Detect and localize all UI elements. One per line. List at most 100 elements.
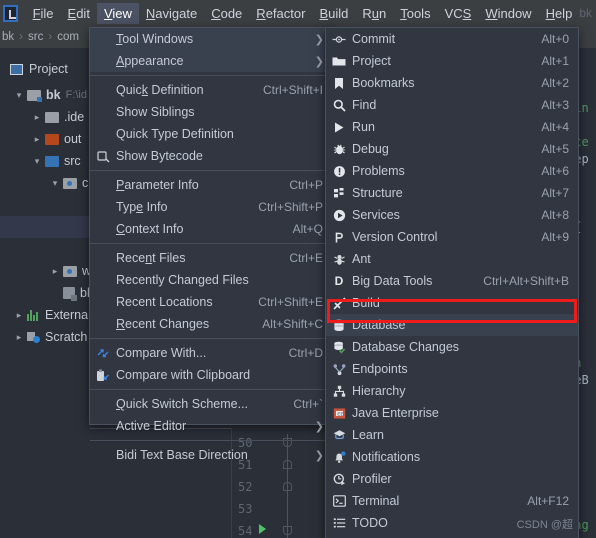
- menu-item-recently-changed-files[interactable]: Recently Changed Files: [90, 269, 332, 291]
- menu-item-parameter-info[interactable]: Parameter Info Ctrl+P: [90, 174, 332, 196]
- menu-item-bidi-text-base-direction[interactable]: Bidi Text Base Direction ❯: [90, 444, 332, 466]
- chevron-right-icon[interactable]: ▸: [14, 310, 24, 320]
- folder-icon: [330, 55, 348, 67]
- tool-windows-submenu-popup[interactable]: Commit Alt+0 Project Alt+1 Bookmarks Alt…: [325, 27, 579, 538]
- menu-item-shortcut: Ctrl+Alt+Shift+B: [483, 274, 569, 288]
- fold-marker-icon[interactable]: [283, 482, 292, 491]
- menu-item-compare-with-clipboard[interactable]: Compare with Clipboard: [90, 364, 332, 386]
- menu-item-ant[interactable]: Ant: [326, 248, 578, 270]
- menu-item-database[interactable]: Database: [326, 314, 578, 336]
- fold-marker-icon[interactable]: [283, 526, 292, 535]
- line-number: 52: [238, 480, 253, 494]
- menu-item-tool-windows[interactable]: Tool Windows ❯: [90, 28, 332, 50]
- folder-source-icon: [45, 155, 59, 167]
- menu-item-version-control[interactable]: Version Control Alt+9: [326, 226, 578, 248]
- menu-item-label: Context Info: [116, 222, 184, 236]
- learn-icon: [330, 429, 348, 441]
- bookmark-icon: [330, 77, 348, 90]
- database-changes-icon: [330, 341, 348, 354]
- chevron-down-icon[interactable]: ▾: [50, 178, 60, 188]
- menu-run[interactable]: Run: [355, 3, 393, 24]
- menu-item-label: Hierarchy: [352, 384, 406, 398]
- breadcrumb-item-0[interactable]: bk: [0, 31, 16, 43]
- tree-label: Externa: [45, 308, 89, 322]
- menu-item-label: Endpoints: [352, 362, 408, 376]
- chevron-right-icon[interactable]: ▸: [32, 134, 42, 144]
- menu-bar: File Edit View Navigate Code Refactor Bu…: [0, 0, 596, 26]
- menu-item-project[interactable]: Project Alt+1: [326, 50, 578, 72]
- services-icon: [330, 209, 348, 222]
- menu-item-recent-changes[interactable]: Recent Changes Alt+Shift+C: [90, 313, 332, 335]
- menu-item-label: Show Bytecode: [116, 149, 203, 163]
- menu-window[interactable]: Window: [478, 3, 538, 24]
- menu-item-problems[interactable]: Problems Alt+6: [326, 160, 578, 182]
- menu-item-label: Type Info: [116, 200, 168, 214]
- menu-item-hierarchy[interactable]: Hierarchy: [326, 380, 578, 402]
- chevron-right-icon[interactable]: ▸: [14, 332, 24, 342]
- menu-item-debug[interactable]: Debug Alt+5: [326, 138, 578, 160]
- menu-item-structure[interactable]: Structure Alt+7: [326, 182, 578, 204]
- menu-item-profiler[interactable]: Profiler: [326, 468, 578, 490]
- menu-item-commit[interactable]: Commit Alt+0: [326, 28, 578, 50]
- menu-item-database-changes[interactable]: Database Changes: [326, 336, 578, 358]
- menu-item-build[interactable]: Build: [326, 292, 578, 314]
- menu-item-appearance[interactable]: Appearance ❯: [90, 50, 332, 72]
- menu-file[interactable]: File: [26, 3, 61, 24]
- menu-item-services[interactable]: Services Alt+8: [326, 204, 578, 226]
- menu-item-shortcut: Alt+1: [541, 54, 569, 68]
- menu-item-run[interactable]: Run Alt+4: [326, 116, 578, 138]
- notifications-bell-icon: [330, 450, 348, 464]
- menu-item-shortcut: Alt+5: [541, 142, 569, 156]
- menu-item-quick-type-definition[interactable]: Quick Type Definition: [90, 123, 332, 145]
- menu-item-big-data-tools[interactable]: D Big Data Tools Ctrl+Alt+Shift+B: [326, 270, 578, 292]
- breadcrumb-item-2[interactable]: com: [55, 31, 81, 43]
- tree-label: bk: [46, 88, 61, 102]
- project-window-icon: [10, 63, 23, 75]
- compare-clipboard-icon: [94, 369, 112, 382]
- menu-item-bookmarks[interactable]: Bookmarks Alt+2: [326, 72, 578, 94]
- menu-vcs[interactable]: VCS: [438, 3, 479, 24]
- chevron-right-icon: ›: [48, 31, 53, 43]
- menu-tools[interactable]: Tools: [393, 3, 437, 24]
- chevron-down-icon[interactable]: ▾: [14, 90, 24, 100]
- menu-item-recent-files[interactable]: Recent Files Ctrl+E: [90, 247, 332, 269]
- menu-item-terminal[interactable]: Terminal Alt+F12: [326, 490, 578, 512]
- menu-item-active-editor[interactable]: Active Editor ❯: [90, 415, 332, 437]
- menu-item-label: TODO: [352, 516, 388, 530]
- menu-item-quick-switch-scheme[interactable]: Quick Switch Scheme... Ctrl+`: [90, 393, 332, 415]
- menu-item-label: Show Siblings: [116, 105, 195, 119]
- menu-item-quick-definition[interactable]: Quick Definition Ctrl+Shift+I: [90, 79, 332, 101]
- menu-item-type-info[interactable]: Type Info Ctrl+Shift+P: [90, 196, 332, 218]
- chevron-right-icon[interactable]: ▸: [50, 266, 60, 276]
- menu-code[interactable]: Code: [204, 3, 249, 24]
- chevron-down-icon[interactable]: ▾: [32, 156, 42, 166]
- menu-item-show-siblings[interactable]: Show Siblings: [90, 101, 332, 123]
- menu-item-learn[interactable]: Learn: [326, 424, 578, 446]
- menu-navigate[interactable]: Navigate: [139, 3, 204, 24]
- chevron-right-icon[interactable]: ▸: [32, 112, 42, 122]
- menu-item-endpoints[interactable]: Endpoints: [326, 358, 578, 380]
- menu-help[interactable]: Help: [539, 3, 580, 24]
- menu-item-label: Build: [352, 296, 380, 310]
- tree-label: out: [64, 132, 82, 146]
- menu-item-find[interactable]: Find Alt+3: [326, 94, 578, 116]
- menu-view[interactable]: View: [96, 2, 139, 24]
- menu-item-label: Appearance: [116, 54, 184, 68]
- menu-item-recent-locations[interactable]: Recent Locations Ctrl+Shift+E: [90, 291, 332, 313]
- menu-edit[interactable]: Edit: [61, 3, 97, 24]
- menu-item-label: Debug: [352, 142, 389, 156]
- menu-item-label: Database Changes: [352, 340, 460, 354]
- tree-label: .ide: [64, 110, 85, 124]
- menu-item-compare-with[interactable]: Compare With... Ctrl+D: [90, 342, 332, 364]
- view-menu-popup[interactable]: Tool Windows ❯ Appearance ❯ Quick Defini…: [89, 27, 333, 462]
- menu-item-notifications[interactable]: Notifications: [326, 446, 578, 468]
- menu-item-context-info[interactable]: Context Info Alt+Q: [90, 218, 332, 240]
- menu-item-java-enterprise[interactable]: EE Java Enterprise: [326, 402, 578, 424]
- run-gutter-icon[interactable]: [259, 524, 266, 534]
- menu-item-web[interactable]: Web: [326, 534, 578, 538]
- breadcrumb-item-1[interactable]: src: [26, 31, 45, 43]
- menu-build[interactable]: Build: [312, 3, 355, 24]
- project-panel-header[interactable]: Project: [10, 62, 68, 76]
- menu-item-show-bytecode[interactable]: Show Bytecode: [90, 145, 332, 167]
- menu-refactor[interactable]: Refactor: [249, 3, 312, 24]
